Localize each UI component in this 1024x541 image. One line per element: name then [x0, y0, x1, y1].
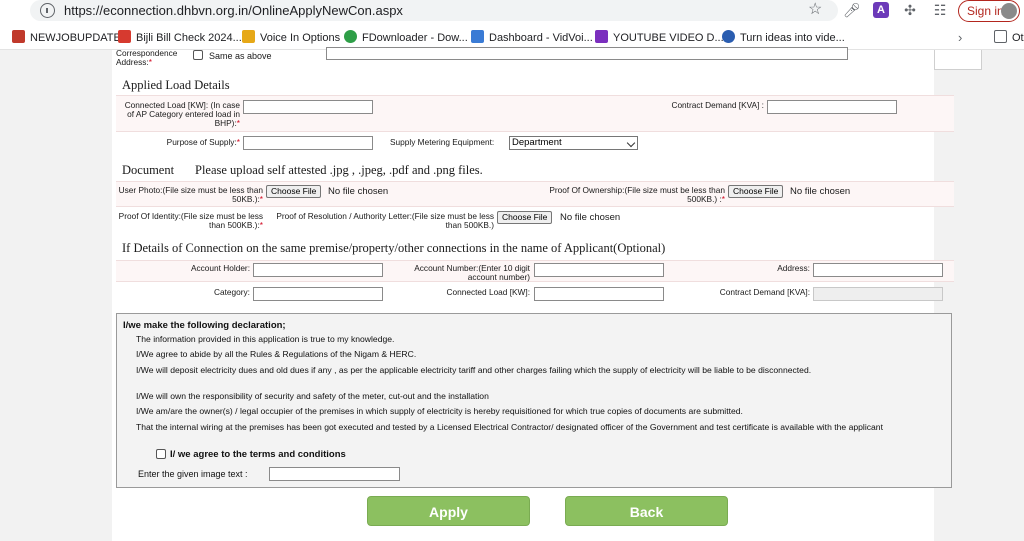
- apply-button[interactable]: Apply: [367, 496, 530, 526]
- account-number-label: Account Number:(Enter 10 digit account n…: [414, 263, 530, 282]
- ownership-choose-file-button[interactable]: Choose File: [728, 185, 784, 198]
- bookmark-label: FDownloader - Dow...: [362, 32, 468, 44]
- category-input[interactable]: [253, 287, 383, 301]
- bookmark-favicon-icon: [12, 30, 25, 43]
- account-holder-label: Account Holder:: [190, 263, 250, 273]
- identity-label: Proof Of Identity:(File size must be les…: [118, 211, 263, 230]
- bookmark-label: Bijli Bill Check 2024...: [136, 32, 242, 44]
- user-photo-status: No file chosen: [328, 186, 389, 197]
- other-connections-title: If Details of Connection on the same pre…: [122, 241, 666, 255]
- site-info-icon[interactable]: [40, 3, 55, 18]
- resolution-choose-file-button[interactable]: Choose File: [497, 211, 553, 224]
- same-as-above-label: Same as above: [209, 51, 272, 61]
- bookmark-item[interactable]: Dashboard - VidVoi...: [471, 30, 593, 46]
- agree-terms-checkbox[interactable]: [156, 449, 166, 459]
- bookmark-favicon-icon: [471, 30, 484, 43]
- address-label: Address:: [777, 263, 810, 273]
- extension-icon[interactable]: A: [873, 2, 889, 18]
- connected-load-label: Connected Load [KW]: (In case of AP Cate…: [124, 100, 240, 128]
- declaration-line: That the internal wiring at the premises…: [136, 422, 883, 432]
- metering-equipment-value: Department: [512, 137, 562, 148]
- bookmark-label: YOUTUBE VIDEO D...: [613, 32, 724, 44]
- purpose-of-supply-label: Purpose of Supply:*: [166, 137, 240, 147]
- contract-demand-input[interactable]: [767, 100, 897, 114]
- contract-demand-kva-input: [813, 287, 943, 301]
- bookmark-favicon-icon: [722, 30, 735, 43]
- purpose-of-supply-input[interactable]: [243, 136, 373, 150]
- other-bookmarks[interactable]: Ot: [994, 30, 1024, 46]
- other-bookmarks-label: Ot: [1012, 32, 1024, 44]
- declaration-line: I/We will own the responsibility of secu…: [136, 391, 489, 401]
- metering-equipment-select[interactable]: Department: [509, 136, 638, 150]
- declaration-line: I/We am/are the owner(s) / legal occupie…: [136, 406, 743, 416]
- declaration-line: I/We will deposit electricity dues and o…: [136, 365, 812, 375]
- connected-load-kw-label: Connected Load [KW]:: [446, 287, 530, 297]
- panel-edge: [934, 50, 982, 70]
- document-title: Document: [122, 163, 175, 177]
- tab-actions-icon[interactable]: ☷: [932, 2, 948, 18]
- bookmark-label: NEWJOBUPDATE: [30, 32, 121, 44]
- folder-icon: [994, 30, 1007, 43]
- contract-demand-kva-label: Contract Demand [KVA]:: [719, 287, 810, 297]
- bookmark-item[interactable]: Voice In Options: [242, 30, 340, 46]
- chevron-down-icon: [626, 138, 636, 148]
- declaration-line: I/We agree to abide by all the Rules & R…: [136, 349, 417, 359]
- resolution-status: No file chosen: [560, 212, 621, 223]
- account-number-input[interactable]: [534, 263, 664, 277]
- same-as-above-checkbox[interactable]: [193, 50, 203, 60]
- sign-in-label: Sign in: [967, 4, 1004, 18]
- declaration-heading: I/we make the following declaration;: [123, 320, 286, 331]
- connected-load-kw-input[interactable]: [534, 287, 664, 301]
- bookmark-item[interactable]: Bijli Bill Check 2024...: [118, 30, 242, 46]
- bookmark-favicon-icon: [118, 30, 131, 43]
- bookmark-item[interactable]: NEWJOBUPDATE: [12, 30, 121, 46]
- back-button[interactable]: Back: [565, 496, 728, 526]
- ownership-label: Proof Of Ownership:(File size must be le…: [549, 185, 725, 204]
- bookmark-label: Turn ideas into vide...: [740, 32, 845, 44]
- url-text[interactable]: https://econnection.dhbvn.org.in/OnlineA…: [64, 3, 403, 18]
- bookmarks-overflow-chevron-icon[interactable]: ›: [958, 30, 962, 46]
- extensions-puzzle-icon[interactable]: ✣: [902, 2, 918, 18]
- connected-load-input[interactable]: [243, 100, 373, 114]
- microphone-icon[interactable]: 🎤︎: [843, 2, 861, 18]
- account-holder-input[interactable]: [253, 263, 383, 277]
- address-input[interactable]: [813, 263, 943, 277]
- metering-equipment-label: Supply Metering Equipment:: [390, 137, 495, 147]
- bookmark-star-icon[interactable]: ☆: [808, 1, 822, 19]
- applied-load-title: Applied Load Details: [122, 78, 230, 92]
- bookmark-favicon-icon: [344, 30, 357, 43]
- avatar-icon: [1001, 3, 1017, 19]
- correspondence-label: Correspondence Address:*: [116, 48, 178, 67]
- resolution-label: Proof of Resolution / Authority Letter:(…: [276, 211, 494, 230]
- category-label: Category:: [214, 287, 250, 297]
- bookmark-favicon-icon: [242, 30, 255, 43]
- correspondence-address-input[interactable]: [326, 47, 848, 60]
- bookmark-item[interactable]: FDownloader - Dow...: [344, 30, 468, 46]
- declaration-line: The information provided in this applica…: [136, 334, 395, 344]
- captcha-input[interactable]: [269, 467, 400, 481]
- ownership-status: No file chosen: [790, 186, 851, 197]
- sign-in-button[interactable]: Sign in: [958, 0, 1020, 22]
- document-instruction: Please upload self attested .jpg , .jpeg…: [195, 163, 483, 177]
- agree-terms-label: I/ we agree to the terms and conditions: [170, 449, 346, 460]
- bookmark-item[interactable]: YOUTUBE VIDEO D...: [595, 30, 724, 46]
- browser-toolbar: https://econnection.dhbvn.org.in/OnlineA…: [0, 0, 1024, 24]
- bookmark-item[interactable]: Turn ideas into vide...: [722, 30, 845, 46]
- bookmark-favicon-icon: [595, 30, 608, 43]
- user-photo-choose-file-button[interactable]: Choose File: [266, 185, 322, 198]
- declaration-box: I/we make the following declaration; The…: [116, 313, 952, 488]
- contract-demand-label: Contract Demand [KVA] :: [671, 100, 764, 110]
- bookmark-label: Dashboard - VidVoi...: [489, 32, 593, 44]
- user-photo-label: User Photo:(File size must be less than …: [118, 185, 263, 204]
- bookmark-label: Voice In Options: [260, 32, 341, 44]
- captcha-label: Enter the given image text :: [138, 469, 248, 479]
